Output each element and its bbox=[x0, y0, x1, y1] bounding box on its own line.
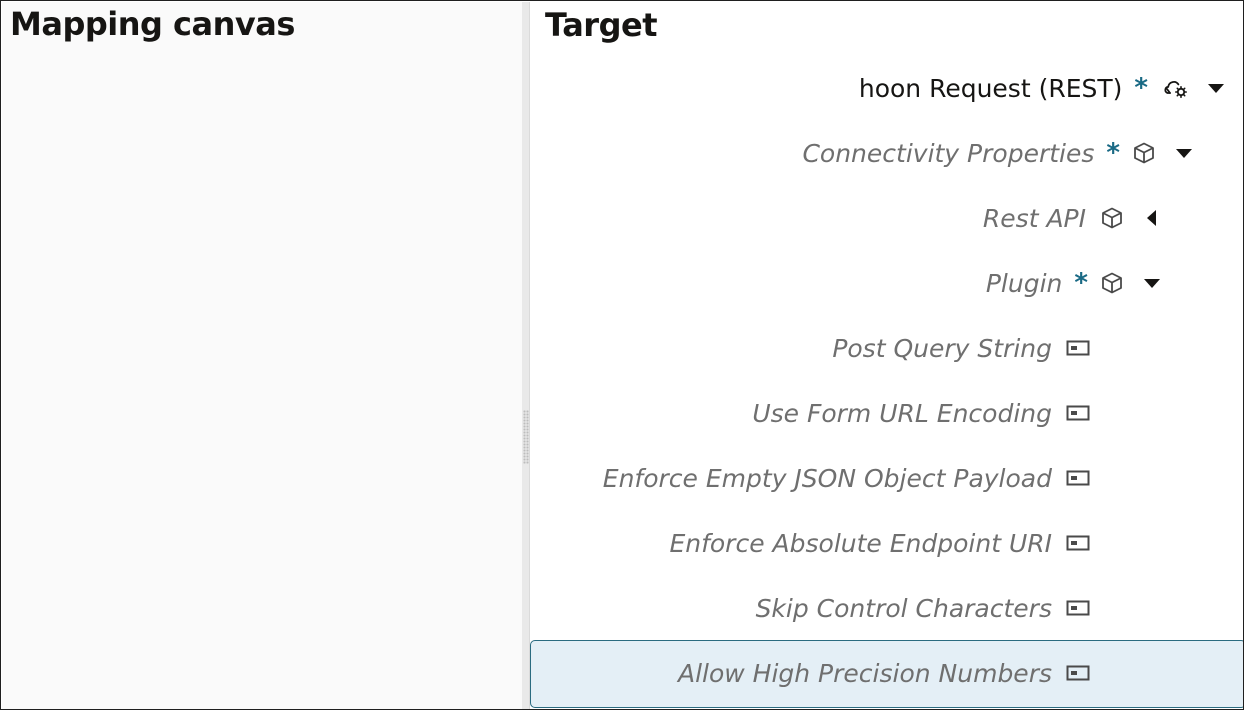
target-pane: Target hoon Request (REST) * Connectivit… bbox=[530, 2, 1243, 709]
tree-row-allow-high-precision-numbers[interactable]: Allow High Precision Numbers bbox=[530, 643, 1243, 703]
tree-row-skip-control-characters[interactable]: Skip Control Characters bbox=[530, 578, 1243, 638]
cloud-gear-icon bbox=[1164, 81, 1187, 98]
tree-row-label: Post Query String bbox=[832, 333, 1052, 363]
tree-row-label: Skip Control Characters bbox=[755, 593, 1052, 623]
tree-row-label: Use Form URL Encoding bbox=[752, 398, 1052, 428]
field-icon bbox=[1066, 405, 1090, 421]
tree-row-label: Enforce Absolute Endpoint URI bbox=[669, 528, 1052, 558]
cube-icon bbox=[1102, 272, 1122, 294]
required-marker: * bbox=[1074, 268, 1088, 298]
tree-row-enforce-empty-json-object-payload[interactable]: Enforce Empty JSON Object Payload bbox=[530, 448, 1243, 508]
chevron-down-icon[interactable] bbox=[1208, 80, 1224, 96]
field-icon bbox=[1066, 470, 1090, 486]
field-icon bbox=[1066, 340, 1090, 356]
tree-row-label: Plugin bbox=[985, 268, 1063, 298]
tree-row-post-query-string[interactable]: Post Query String bbox=[530, 318, 1243, 378]
tree-row-label: Enforce Empty JSON Object Payload bbox=[602, 463, 1052, 493]
mapper-window: Mapping canvas Target hoon Request (REST… bbox=[0, 0, 1244, 710]
required-marker: * bbox=[1106, 138, 1120, 168]
tree-row-enforce-absolute-endpoint-uri[interactable]: Enforce Absolute Endpoint URI bbox=[530, 513, 1243, 573]
cube-icon bbox=[1134, 142, 1154, 164]
tree-row-rest-api[interactable]: Rest API bbox=[530, 188, 1243, 248]
chevron-left-icon[interactable] bbox=[1144, 210, 1160, 226]
tree-row-label: Allow High Precision Numbers bbox=[677, 658, 1052, 688]
tree-row-label: hoon Request (REST) bbox=[858, 73, 1123, 103]
tree-row-label: Connectivity Properties bbox=[802, 138, 1095, 168]
cube-icon bbox=[1102, 207, 1122, 229]
mapping-canvas-title: Mapping canvas bbox=[10, 5, 295, 43]
required-marker: * bbox=[1134, 73, 1148, 103]
tree-row-label: Rest API bbox=[982, 203, 1086, 233]
mapping-canvas-pane[interactable]: Mapping canvas bbox=[2, 2, 522, 709]
target-title: Target bbox=[545, 6, 657, 44]
tree-row-plugin[interactable]: Plugin * bbox=[530, 253, 1243, 313]
tree-row-use-form-url-encoding[interactable]: Use Form URL Encoding bbox=[530, 383, 1243, 443]
tree-row-root[interactable]: hoon Request (REST) * bbox=[530, 58, 1243, 118]
tree-row-connectivity-properties[interactable]: Connectivity Properties * bbox=[530, 123, 1243, 183]
field-icon bbox=[1066, 535, 1090, 551]
field-icon bbox=[1066, 665, 1090, 681]
field-icon bbox=[1066, 600, 1090, 616]
chevron-down-icon[interactable] bbox=[1144, 275, 1160, 291]
splitter-grip-handle[interactable] bbox=[523, 410, 529, 464]
pane-splitter[interactable] bbox=[522, 2, 530, 709]
chevron-down-icon[interactable] bbox=[1176, 145, 1192, 161]
